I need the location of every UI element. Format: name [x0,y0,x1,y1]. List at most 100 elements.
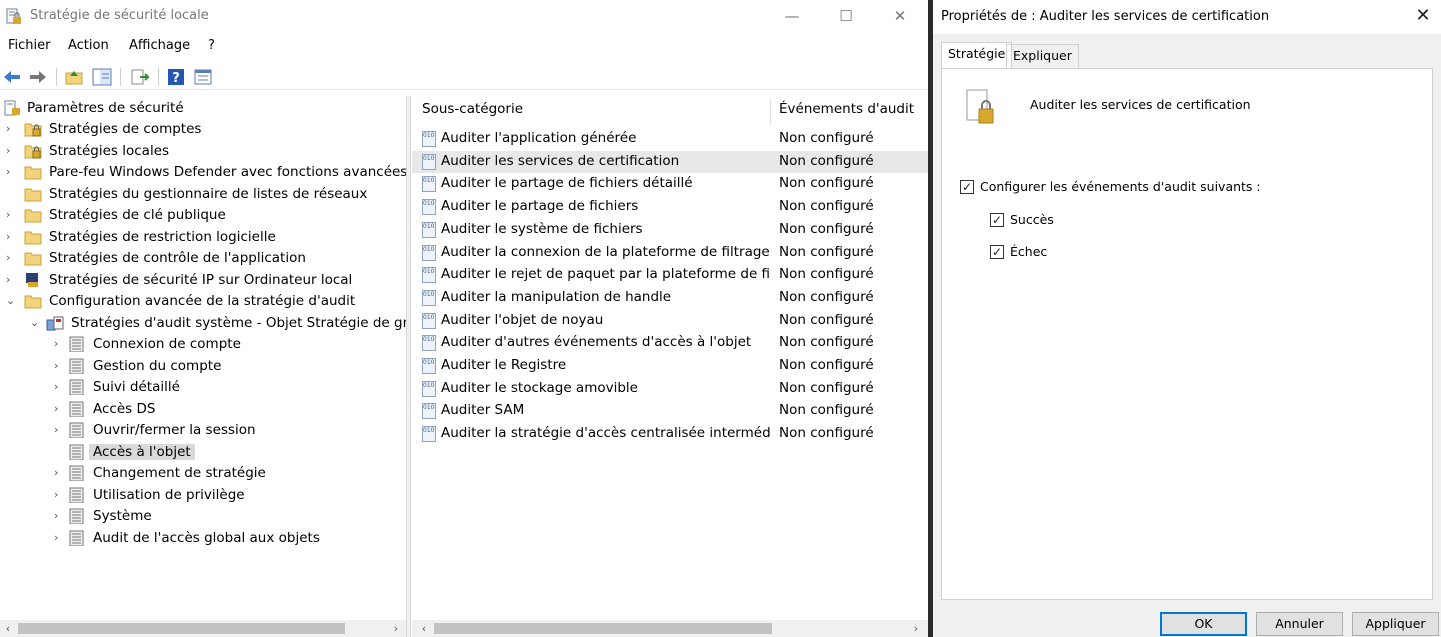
scrollbar-thumb[interactable] [434,623,772,634]
expand-arrow-icon[interactable]: › [6,208,18,222]
tree-pane: Paramètres de sécurité › Stratégies de co… [0,98,406,618]
tree-item-label: Changement de stratégie [93,465,266,481]
audit-policy-icon: 010 010 [422,199,436,216]
expand-arrow-icon[interactable]: › [6,251,18,265]
locked-folder-icon [24,143,42,159]
column-header-subcategory[interactable]: Sous-catégorie [422,101,523,126]
expand-arrow-icon[interactable]: › [54,402,66,416]
audit-events-value: Non configuré [779,130,874,146]
folder-icon [24,293,42,309]
expand-arrow-icon[interactable] [54,445,66,459]
collapse-arrow-icon[interactable]: ⌄ [6,294,18,308]
expand-arrow-icon[interactable]: › [6,165,18,179]
scroll-left-arrow-icon[interactable]: ‹ [0,620,16,637]
list-row[interactable]: 010 010 Auditer la manipulation de handle… [412,287,928,309]
subcategory-name: Auditer l'application générée [441,130,637,146]
subcategory-name: Auditer le rejet de paquet par la platef… [441,266,771,283]
list-row[interactable]: 010 010 Auditer les services de certifica… [412,150,928,173]
up-folder-icon[interactable] [64,67,84,87]
folder-icon [24,207,42,223]
list-pane: Sous-catégorie Événements d'audit 010 01… [412,98,928,618]
back-arrow-icon[interactable] [2,67,22,87]
expand-arrow-icon[interactable]: › [54,423,66,437]
expand-arrow-icon[interactable]: › [6,273,18,287]
help-icon[interactable]: ? [166,67,186,87]
list-row[interactable]: 010 010 Auditer la stratégie d'accès cent… [412,423,928,445]
scrollbar-thumb[interactable] [18,623,345,634]
configure-audit-checkbox[interactable]: ✓ [960,180,974,194]
minimize-button[interactable]: — [772,4,812,28]
failure-checkbox[interactable]: ✓ [990,245,1004,259]
subcategory-name: Auditer le système de fichiers [441,220,643,237]
success-checkbox[interactable]: ✓ [990,213,1004,227]
toolbar: ? [0,64,928,90]
tree-horizontal-scrollbar[interactable]: ‹ › [0,620,406,637]
ok-button[interactable]: OK [1160,612,1247,636]
menu-action[interactable]: Action [68,38,109,53]
column-header-audit-events[interactable]: Événements d'audit [779,101,914,126]
audit-policy-icon: 010 010 [422,244,436,261]
audit-policy-icon: 010 010 [422,267,436,284]
forward-arrow-icon[interactable] [28,67,48,87]
expand-arrow-icon[interactable]: › [54,466,66,480]
expand-arrow-icon[interactable]: › [6,122,18,136]
cancel-button[interactable]: Annuler [1256,612,1343,636]
show-hide-tree-icon[interactable] [92,67,112,87]
audit-policy-icon: 010 010 [422,221,436,238]
list-horizontal-scrollbar[interactable]: ‹ › [412,620,928,637]
tree-item-label: Stratégies de sécurité IP sur Ordinateur… [49,271,353,288]
list-row[interactable]: 010 010 Auditer SAM Non configuré [412,400,928,422]
expand-arrow-icon[interactable] [6,187,18,201]
audit-events-value: Non configuré [779,402,874,419]
list-row[interactable]: 010 010 Auditer l'application générée Non … [412,128,928,150]
collapse-arrow-icon[interactable]: ⌄ [30,316,42,330]
tree-item-label: Stratégies du gestionnaire de listes de … [49,185,368,202]
main-window: Stratégie de sécurité locale — ☐ ✕ Fichi… [0,0,928,637]
subcategory-name: Auditer la stratégie d'accès centralisée… [441,425,771,442]
list-row[interactable]: 010 010 Auditer la connexion de la platef… [412,242,928,264]
dialog-close-button[interactable]: ✕ [1413,5,1433,27]
list-row[interactable]: 010 010 Auditer le partage de fichiers Non… [412,196,928,218]
maximize-button[interactable]: ☐ [826,4,866,28]
properties-view-icon[interactable] [193,67,213,87]
expand-arrow-icon[interactable]: › [54,509,66,523]
list-row[interactable]: 010 010 Auditer le rejet de paquet par la… [412,264,928,286]
list-row[interactable]: 010 010 Auditer le stockage amovible Non c… [412,378,928,400]
expand-arrow-icon[interactable]: › [54,337,66,351]
tree-item-label: Système [93,508,152,524]
subcategory-name: Auditer le partage de fichiers détaillé [441,175,693,192]
tree-item-label: Accès DS [93,400,156,417]
scroll-right-arrow-icon[interactable]: › [908,620,924,637]
expand-arrow-icon[interactable]: › [54,488,66,502]
scroll-left-arrow-icon[interactable]: ‹ [416,620,432,637]
tab-expliquer[interactable]: Expliquer [1006,44,1079,68]
expand-arrow-icon[interactable]: › [6,144,18,158]
list-row[interactable]: 010 010 Auditer le partage de fichiers dé… [412,173,928,195]
tree-item-label: Stratégies de comptes [49,121,202,137]
scroll-right-arrow-icon[interactable]: › [388,620,404,637]
audit-events-value: Non configuré [779,243,874,260]
expand-arrow-icon[interactable]: › [54,359,66,373]
menu-fichier[interactable]: Fichier [8,38,51,53]
pane-splitter[interactable] [406,96,411,637]
expand-arrow-icon[interactable]: › [54,531,66,545]
close-button[interactable]: ✕ [880,4,920,28]
apply-button[interactable]: Appliquer [1352,612,1439,636]
export-list-icon[interactable] [130,67,150,87]
tab-strategie[interactable]: Stratégie [941,42,1013,69]
tree-root-label: Paramètres de sécurité [27,100,184,116]
list-row[interactable]: 010 010 Auditer d'autres événements d'acc… [412,332,928,354]
list-row[interactable]: 010 010 Auditer le système de fichiers Non… [412,219,928,241]
menu-help[interactable]: ? [208,38,215,53]
ip-security-icon [24,272,42,288]
audit-events-value: Non configuré [779,198,874,215]
tree-item-label: Stratégies de restriction logicielle [49,228,276,245]
list-row[interactable]: 010 010 Auditer l'objet de noyau Non confi… [412,310,928,332]
expand-arrow-icon[interactable]: › [6,230,18,244]
group-policy-object-icon [46,315,64,331]
menu-affichage[interactable]: Affichage [129,38,190,53]
subcategory-name: Auditer le Registre [441,357,567,373]
list-row[interactable]: 010 010 Auditer le Registre Non configuré [412,355,928,377]
expand-arrow-icon[interactable]: › [54,380,66,394]
audit-events-value: Non configuré [779,220,874,237]
